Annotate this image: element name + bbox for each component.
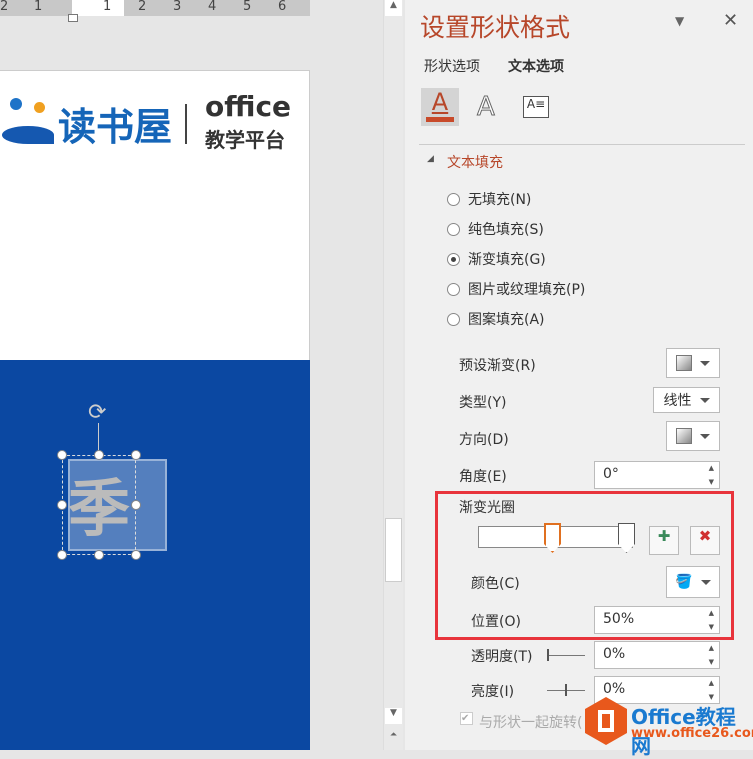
- logo-divider: [185, 104, 187, 144]
- ruler-tick: 3: [173, 0, 182, 14]
- close-icon[interactable]: ✕: [723, 10, 738, 31]
- angle-label: 角度(E): [459, 469, 507, 485]
- preset-gradient-dropdown[interactable]: [666, 348, 720, 378]
- direction-dropdown[interactable]: [666, 421, 720, 451]
- scroll-thumb[interactable]: [385, 518, 402, 582]
- watermark-url: www.office26.com: [631, 726, 753, 741]
- radio-label: 渐变填充(G): [468, 252, 546, 268]
- ruler-tick: 4: [208, 0, 217, 14]
- panel-title: 设置形状格式: [420, 13, 571, 42]
- remove-stop-icon: ✖: [698, 527, 712, 545]
- paint-bucket-icon: 🪣: [675, 574, 693, 590]
- ruler: 2 1 1 2 3 4 5 6: [0, 0, 310, 16]
- rotate-with-shape-label: 与形状一起旋转(: [479, 715, 583, 731]
- ruler-tick: 1: [34, 0, 43, 14]
- tab-text-options[interactable]: 文本选项: [508, 56, 564, 76]
- type-dropdown[interactable]: 线性: [653, 387, 720, 413]
- position-label: 位置(O): [471, 614, 521, 630]
- radio-picture-fill[interactable]: 图片或纹理填充(P): [447, 279, 585, 299]
- logo-sub-en: office: [205, 90, 292, 123]
- preset-gradient-label: 预设渐变(R): [459, 358, 536, 374]
- rotate-handle-icon[interactable]: ⟳: [88, 400, 106, 425]
- radio-label: 无填充(N): [468, 192, 532, 208]
- collapse-icon[interactable]: ◢: [427, 154, 434, 164]
- remove-stop-button[interactable]: ✖: [690, 526, 720, 555]
- scroll-down-icon[interactable]: ▼: [385, 708, 402, 724]
- tab-shape-options[interactable]: 形状选项: [424, 56, 480, 76]
- rotate-with-shape-checkbox[interactable]: ✔ 与形状一起旋转(: [460, 712, 582, 732]
- ruler-tick: 2: [0, 0, 9, 14]
- transparency-slider[interactable]: [547, 649, 585, 661]
- radio-label: 图片或纹理填充(P): [468, 282, 586, 298]
- scroll-up-icon[interactable]: ▲: [385, 0, 402, 16]
- add-stop-icon: ✚: [657, 527, 671, 545]
- ruler-tick: 1: [103, 0, 112, 14]
- logo-text: 读书屋: [58, 105, 173, 149]
- transparency-input[interactable]: 0% ▲ ▼: [594, 641, 720, 669]
- brightness-label: 亮度(I): [471, 684, 515, 700]
- ruler-tick: 5: [243, 0, 252, 14]
- radio-label: 图案填充(A): [468, 312, 545, 328]
- radio-gradient-fill[interactable]: 渐变填充(G): [447, 249, 546, 269]
- slide-blue-area: [0, 360, 310, 750]
- text-effects-icon[interactable]: A: [477, 92, 496, 123]
- panel-options-icon[interactable]: ▼: [675, 14, 684, 28]
- color-label: 颜色(C): [471, 576, 520, 592]
- radio-pattern-fill[interactable]: 图案填充(A): [447, 309, 545, 329]
- brightness-slider[interactable]: [547, 684, 585, 696]
- selected-char[interactable]: 季: [68, 458, 130, 548]
- brightness-input[interactable]: 0% ▲ ▼: [594, 676, 720, 704]
- checkbox: ✔: [460, 712, 473, 725]
- gradient-stops-label: 渐变光圈: [459, 500, 515, 516]
- text-fill-outline-icon[interactable]: A: [421, 88, 459, 126]
- logo-icon: [2, 96, 54, 146]
- ruler-tick: 6: [278, 0, 287, 14]
- section-text-fill[interactable]: 文本填充: [447, 152, 503, 172]
- format-shape-panel: 设置形状格式 ▼ ✕ 形状选项 文本选项 A A A≡ ◢ 文本填充 无填充(N…: [405, 0, 753, 758]
- prev-page-icon[interactable]: ⏶: [385, 730, 402, 746]
- radio-solid-fill[interactable]: 纯色填充(S): [447, 219, 544, 239]
- color-dropdown[interactable]: 🪣: [666, 566, 720, 598]
- angle-input[interactable]: 0° ▲ ▼: [594, 461, 720, 489]
- radio-no-fill[interactable]: 无填充(N): [447, 189, 531, 209]
- brightness-value: 0%: [603, 681, 626, 697]
- office-logo-icon: [585, 697, 627, 745]
- logo-sub-cn: 教学平台: [205, 128, 285, 152]
- textbox-icon[interactable]: A≡: [523, 96, 549, 118]
- angle-value: 0°: [603, 466, 619, 482]
- vertical-scrollbar[interactable]: ▲ ▼ ⏶: [383, 0, 403, 750]
- transparency-value: 0%: [603, 646, 626, 662]
- indent-marker[interactable]: [68, 14, 78, 22]
- radio-label: 纯色填充(S): [468, 222, 544, 238]
- ruler-tick: 2: [138, 0, 147, 14]
- transparency-label: 透明度(T): [471, 649, 533, 665]
- direction-label: 方向(D): [459, 432, 509, 448]
- type-label: 类型(Y): [459, 395, 507, 411]
- type-value: 线性: [663, 393, 692, 409]
- add-stop-button[interactable]: ✚: [649, 526, 679, 555]
- position-input[interactable]: 50% ▲ ▼: [594, 606, 720, 634]
- position-value: 50%: [603, 611, 635, 627]
